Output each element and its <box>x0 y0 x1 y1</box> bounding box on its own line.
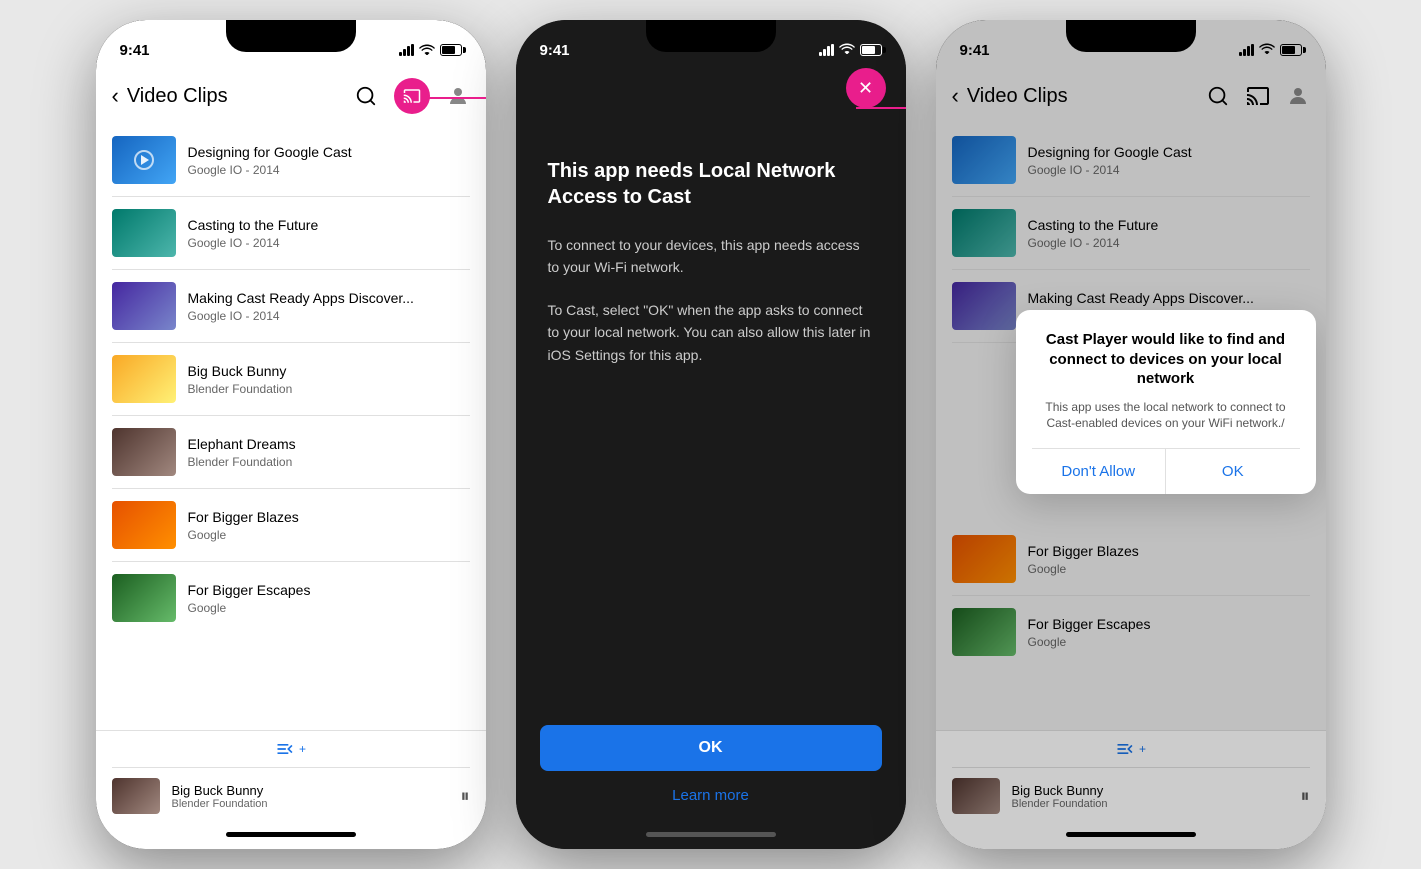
close-button-area: ✕ <box>516 68 906 118</box>
phone-left: 9:41 ‹ <box>96 20 486 849</box>
notch-left <box>226 20 356 52</box>
close-button-middle[interactable]: ✕ <box>846 68 886 108</box>
dialog-area: This app needs Local Network Access to C… <box>516 118 906 705</box>
video-info-4-left: Big Buck Bunny Blender Foundation <box>188 362 470 396</box>
mini-player-title-left: Big Buck Bunny <box>172 783 449 798</box>
signal-icon-left <box>399 44 414 56</box>
time-middle: 9:41 <box>540 42 570 59</box>
thumbnail-5-left <box>112 428 176 476</box>
perm-ok-button-right[interactable]: OK <box>1166 449 1300 494</box>
dont-allow-button-right[interactable]: Don't Allow <box>1032 449 1167 494</box>
thumbnail-6-left <box>112 501 176 549</box>
battery-icon-left <box>440 44 462 56</box>
dialog-body2-middle: To Cast, select "OK" when the app asks t… <box>548 299 874 366</box>
back-button-left[interactable]: ‹ <box>112 83 119 109</box>
phone-middle: 9:41 ✕ <box>516 20 906 849</box>
perm-title-right: Cast Player would like to find and conne… <box>1032 330 1300 389</box>
dialog-title-middle: This app needs Local Network Access to C… <box>548 158 874 210</box>
video-subtitle-3-left: Google IO - 2014 <box>188 309 470 323</box>
signal-icon-middle <box>819 44 834 56</box>
app-bar-left: ‹ Video Clips <box>96 68 486 124</box>
wifi-icon-left <box>419 43 435 58</box>
video-info-2-left: Casting to the Future Google IO - 2014 <box>188 216 470 250</box>
search-button-left[interactable] <box>354 84 378 108</box>
ok-button-middle[interactable]: OK <box>540 725 882 771</box>
notch-right <box>1066 20 1196 52</box>
video-info-1-left: Designing for Google Cast Google IO - 20… <box>188 143 470 177</box>
video-item-6-left[interactable]: For Bigger Blazes Google <box>96 489 486 561</box>
wifi-icon-middle <box>839 41 855 59</box>
thumbnail-7-left <box>112 574 176 622</box>
time-left: 9:41 <box>120 42 150 59</box>
app-bar-icons-left <box>354 78 470 114</box>
status-icons-left <box>399 43 462 58</box>
video-item-3-left[interactable]: Making Cast Ready Apps Discover... Googl… <box>96 270 486 342</box>
mini-player-left[interactable]: Big Buck Bunny Blender Foundation ⏸ <box>96 768 486 824</box>
video-info-5-left: Elephant Dreams Blender Foundation <box>188 435 470 469</box>
screen-right: 9:41 ‹ <box>936 20 1326 849</box>
screen-middle: 9:41 ✕ <box>516 20 906 849</box>
video-item-1-left[interactable]: Designing for Google Cast Google IO - 20… <box>96 124 486 196</box>
phone-right: 9:41 ‹ <box>936 20 1326 849</box>
video-item-2-left[interactable]: Casting to the Future Google IO - 2014 <box>96 197 486 269</box>
account-button-left[interactable] <box>446 84 470 108</box>
dialog-body1-middle: To connect to your devices, this app nee… <box>548 234 874 279</box>
perm-buttons-right: Don't Allow OK <box>1032 448 1300 494</box>
mini-player-thumb-left <box>112 778 160 814</box>
dialog-buttons-middle: OK Learn more <box>516 705 906 824</box>
thumbnail-4-left <box>112 355 176 403</box>
home-indicator-left <box>226 832 356 837</box>
thumbnail-2-left <box>112 209 176 257</box>
app-title-left: Video Clips <box>127 85 354 108</box>
video-title-3-left: Making Cast Ready Apps Discover... <box>188 289 470 307</box>
video-subtitle-7-left: Google <box>188 601 470 615</box>
screen-left: 9:41 ‹ <box>96 20 486 849</box>
home-indicator-middle <box>646 832 776 837</box>
video-subtitle-1-left: Google IO - 2014 <box>188 163 470 177</box>
video-item-7-left[interactable]: For Bigger Escapes Google <box>96 562 486 634</box>
video-info-7-left: For Bigger Escapes Google <box>188 581 470 615</box>
perm-body-right: This app uses the local network to conne… <box>1032 399 1300 433</box>
video-title-6-left: For Bigger Blazes <box>188 508 470 526</box>
bottom-bar-left: + Big Buck Bunny Blender Foundation ⏸ <box>96 730 486 849</box>
permission-dialog-right: Cast Player would like to find and conne… <box>1016 310 1316 494</box>
cast-button-left-active[interactable] <box>394 78 430 114</box>
video-item-5-left[interactable]: Elephant Dreams Blender Foundation <box>96 416 486 488</box>
video-title-7-left: For Bigger Escapes <box>188 581 470 599</box>
video-title-2-left: Casting to the Future <box>188 216 470 234</box>
video-subtitle-2-left: Google IO - 2014 <box>188 236 470 250</box>
thumbnail-3-left <box>112 282 176 330</box>
mini-player-info-left: Big Buck Bunny Blender Foundation <box>172 783 449 810</box>
video-subtitle-6-left: Google <box>188 528 470 542</box>
learn-more-button-middle[interactable]: Learn more <box>540 787 882 804</box>
battery-icon-middle <box>860 44 882 56</box>
pause-button-left[interactable]: ⏸ <box>461 786 470 807</box>
status-icons-middle <box>819 41 882 59</box>
video-title-4-left: Big Buck Bunny <box>188 362 470 380</box>
video-item-4-left[interactable]: Big Buck Bunny Blender Foundation <box>96 343 486 415</box>
thumbnail-1-left <box>112 136 176 184</box>
notch-middle <box>646 20 776 52</box>
queue-button-left[interactable]: + <box>96 731 486 767</box>
video-title-5-left: Elephant Dreams <box>188 435 470 453</box>
mini-player-subtitle-left: Blender Foundation <box>172 798 449 810</box>
video-subtitle-4-left: Blender Foundation <box>188 382 470 396</box>
video-title-1-left: Designing for Google Cast <box>188 143 470 161</box>
video-info-3-left: Making Cast Ready Apps Discover... Googl… <box>188 289 470 323</box>
video-info-6-left: For Bigger Blazes Google <box>188 508 470 542</box>
video-subtitle-5-left: Blender Foundation <box>188 455 470 469</box>
